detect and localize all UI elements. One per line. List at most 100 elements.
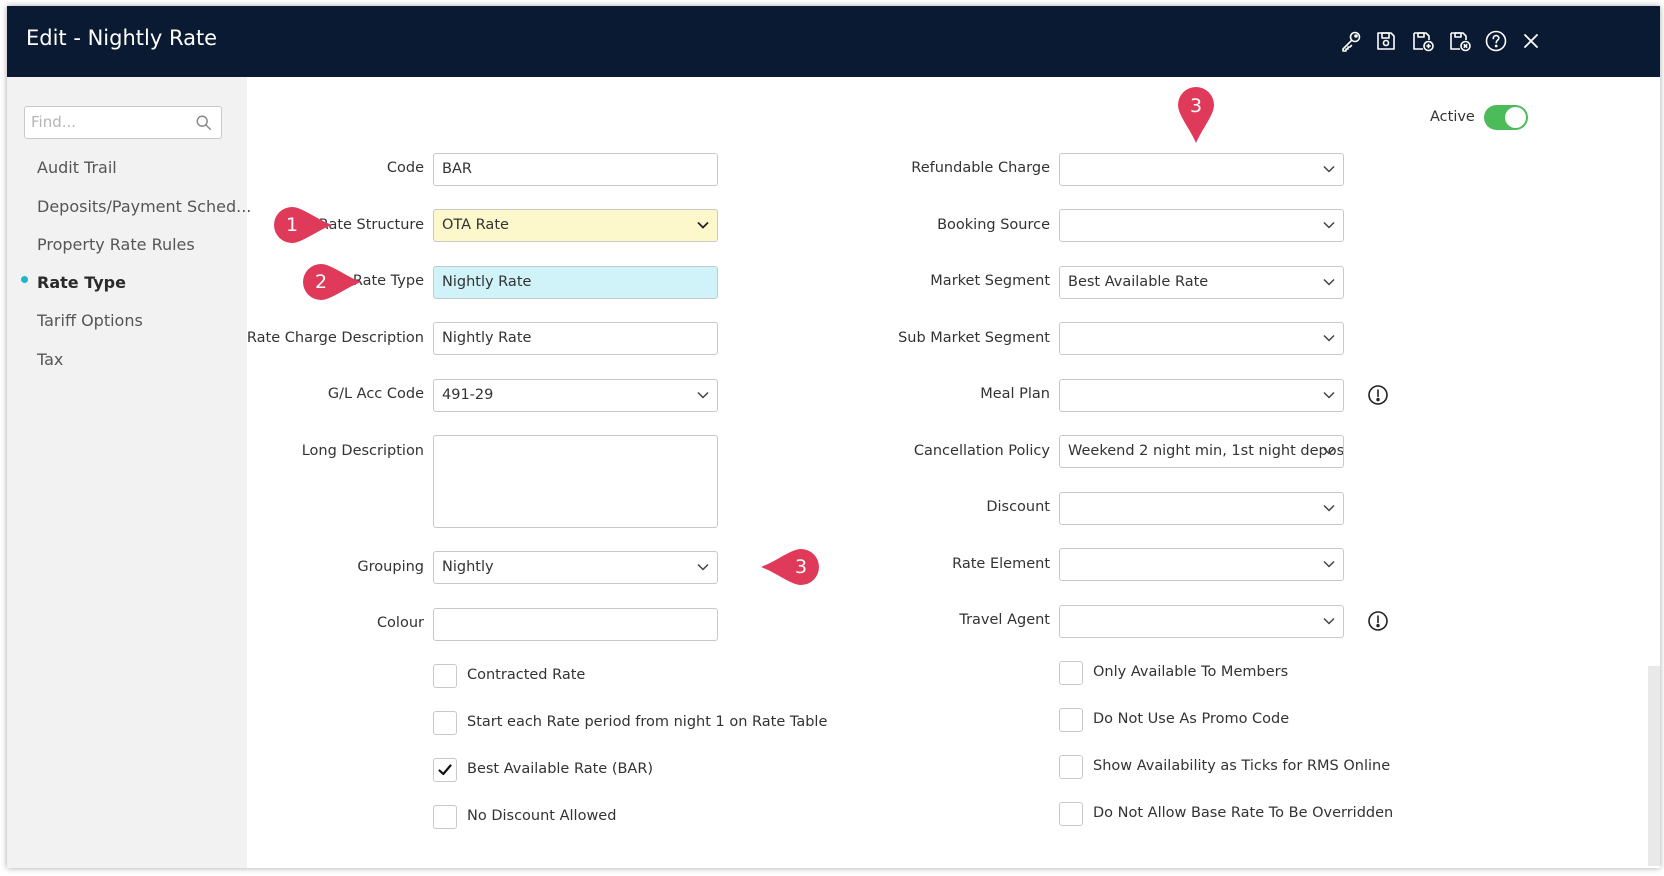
- save-icon[interactable]: [1373, 28, 1399, 54]
- sidebar-item-rate-type[interactable]: Rate Type: [37, 273, 126, 292]
- discount-label: Discount: [986, 499, 1050, 515]
- refundable-charge-label: Refundable Charge: [911, 160, 1050, 176]
- gl-acc-code-label: G/L Acc Code: [327, 386, 424, 402]
- sub-market-segment-label: Sub Market Segment: [898, 330, 1050, 346]
- sidebar-item-audit-trail[interactable]: Audit Trail: [37, 158, 117, 177]
- do-not-use-as-promo-code-label: Do Not Use As Promo Code: [1093, 711, 1290, 727]
- do-not-use-as-promo-code-checkbox[interactable]: [1059, 708, 1083, 732]
- show-availability-ticks-checkbox[interactable]: [1059, 755, 1083, 779]
- callout-number: 1: [285, 214, 299, 236]
- search-icon: [196, 115, 212, 131]
- callout-marker-3-top: 3: [1176, 85, 1216, 145]
- chevron-down-icon: [1323, 391, 1335, 399]
- travel-agent-select[interactable]: [1059, 605, 1344, 638]
- rate-type-value: Nightly Rate: [442, 274, 532, 290]
- edit-window: Edit - Nightly Rate Find... Audit Trail …: [7, 6, 1660, 868]
- chevron-down-icon: [1323, 165, 1335, 173]
- contracted-rate-label: Contracted Rate: [467, 667, 586, 683]
- window-title: Edit - Nightly Rate: [26, 26, 218, 50]
- start-each-rate-period-label: Start each Rate period from night 1 on R…: [467, 714, 828, 730]
- no-discount-allowed-label: No Discount Allowed: [467, 808, 617, 824]
- gl-acc-code-value: 491-29: [442, 387, 494, 403]
- save-close-icon[interactable]: [1447, 28, 1473, 54]
- sidebar-item-tax[interactable]: Tax: [37, 350, 63, 369]
- cancellation-policy-select[interactable]: Weekend 2 night min, 1st night deposit: [1059, 435, 1344, 468]
- grouping-label: Grouping: [357, 559, 424, 575]
- chevron-down-icon: [1323, 560, 1335, 568]
- code-label: Code: [386, 160, 424, 176]
- discount-select[interactable]: [1059, 492, 1344, 525]
- start-each-rate-period-checkbox[interactable]: [433, 711, 457, 735]
- code-input[interactable]: BAR: [433, 153, 718, 186]
- sidebar: Find... Audit Trail Deposits/Payment Sch…: [7, 77, 251, 868]
- sidebar-item-deposits[interactable]: Deposits/Payment Sched...: [37, 197, 251, 216]
- booking-source-select[interactable]: [1059, 209, 1344, 242]
- travel-agent-info-icon[interactable]: [1367, 610, 1389, 632]
- search-input[interactable]: Find...: [24, 106, 222, 139]
- only-available-to-members-label: Only Available To Members: [1093, 664, 1289, 680]
- rate-structure-select[interactable]: OTA Rate: [433, 209, 718, 242]
- rate-charge-description-label: Rate Charge Description: [246, 330, 424, 346]
- callout-marker-1: 1: [272, 205, 334, 245]
- rate-type-label: Rate Type: [352, 273, 424, 289]
- callout-number: 2: [314, 271, 328, 293]
- rate-type-input[interactable]: Nightly Rate: [433, 266, 718, 299]
- refundable-charge-select[interactable]: [1059, 153, 1344, 186]
- do-not-allow-base-rate-overridden-label: Do Not Allow Base Rate To Be Overridden: [1093, 805, 1394, 821]
- callout-number: 3: [794, 556, 808, 578]
- chevron-down-icon: [1323, 447, 1335, 455]
- active-indicator: [21, 276, 28, 283]
- checkmark-icon: [438, 764, 452, 776]
- meal-plan-label: Meal Plan: [980, 386, 1050, 402]
- grouping-select[interactable]: Nightly: [433, 551, 718, 584]
- callout-pointer-left: [761, 549, 819, 585]
- search-placeholder: Find...: [31, 113, 77, 131]
- best-available-rate-label: Best Available Rate (BAR): [467, 761, 654, 777]
- sidebar-item-tariff-options[interactable]: Tariff Options: [37, 311, 143, 330]
- best-available-rate-checkbox[interactable]: [433, 758, 457, 782]
- sidebar-item-property-rate-rules[interactable]: Property Rate Rules: [37, 235, 195, 254]
- only-available-to-members-checkbox[interactable]: [1059, 661, 1083, 685]
- chevron-down-icon: [1323, 278, 1335, 286]
- code-value: BAR: [442, 161, 472, 177]
- close-icon[interactable]: [1518, 28, 1544, 54]
- sub-market-segment-select[interactable]: [1059, 322, 1344, 355]
- colour-input[interactable]: [433, 608, 718, 641]
- chevron-down-icon: [1323, 334, 1335, 342]
- active-toggle[interactable]: [1484, 105, 1528, 130]
- contracted-rate-checkbox[interactable]: [433, 664, 457, 688]
- rate-charge-description-input[interactable]: Nightly Rate: [433, 322, 718, 355]
- help-icon[interactable]: [1483, 28, 1509, 54]
- no-discount-allowed-checkbox[interactable]: [433, 805, 457, 829]
- cancellation-policy-value: Weekend 2 night min, 1st night deposit: [1068, 443, 1344, 459]
- meal-plan-info-icon[interactable]: [1367, 384, 1389, 406]
- market-segment-value: Best Available Rate: [1068, 274, 1209, 290]
- form-panel: Active Code BAR Rate Structure OTA Rate …: [247, 77, 1648, 868]
- travel-agent-label: Travel Agent: [959, 612, 1050, 628]
- active-label: Active: [1430, 109, 1475, 125]
- meal-plan-select[interactable]: [1059, 379, 1344, 412]
- market-segment-label: Market Segment: [930, 273, 1050, 289]
- rate-element-select[interactable]: [1059, 548, 1344, 581]
- chevron-down-icon: [697, 391, 709, 399]
- show-availability-ticks-label: Show Availability as Ticks for RMS Onlin…: [1093, 758, 1391, 774]
- callout-number: 3: [1189, 95, 1203, 117]
- key-icon[interactable]: [1338, 28, 1364, 54]
- chevron-down-icon: [1323, 221, 1335, 229]
- save-add-icon[interactable]: [1410, 28, 1436, 54]
- do-not-allow-base-rate-overridden-checkbox[interactable]: [1059, 802, 1083, 826]
- grouping-value: Nightly: [442, 559, 494, 575]
- long-description-textarea[interactable]: [433, 435, 718, 528]
- long-description-label: Long Description: [301, 443, 424, 459]
- title-bar: Edit - Nightly Rate: [7, 6, 1660, 77]
- chevron-down-icon: [1323, 617, 1335, 625]
- gl-acc-code-select[interactable]: 491-29: [433, 379, 718, 412]
- rate-structure-value: OTA Rate: [442, 217, 509, 233]
- chevron-down-icon: [697, 221, 709, 229]
- cancellation-policy-label: Cancellation Policy: [913, 443, 1050, 459]
- scrollbar[interactable]: [1648, 666, 1660, 866]
- rate-charge-description-value: Nightly Rate: [442, 330, 532, 346]
- market-segment-select[interactable]: Best Available Rate: [1059, 266, 1344, 299]
- callout-marker-2: 2: [301, 262, 363, 302]
- chevron-down-icon: [697, 563, 709, 571]
